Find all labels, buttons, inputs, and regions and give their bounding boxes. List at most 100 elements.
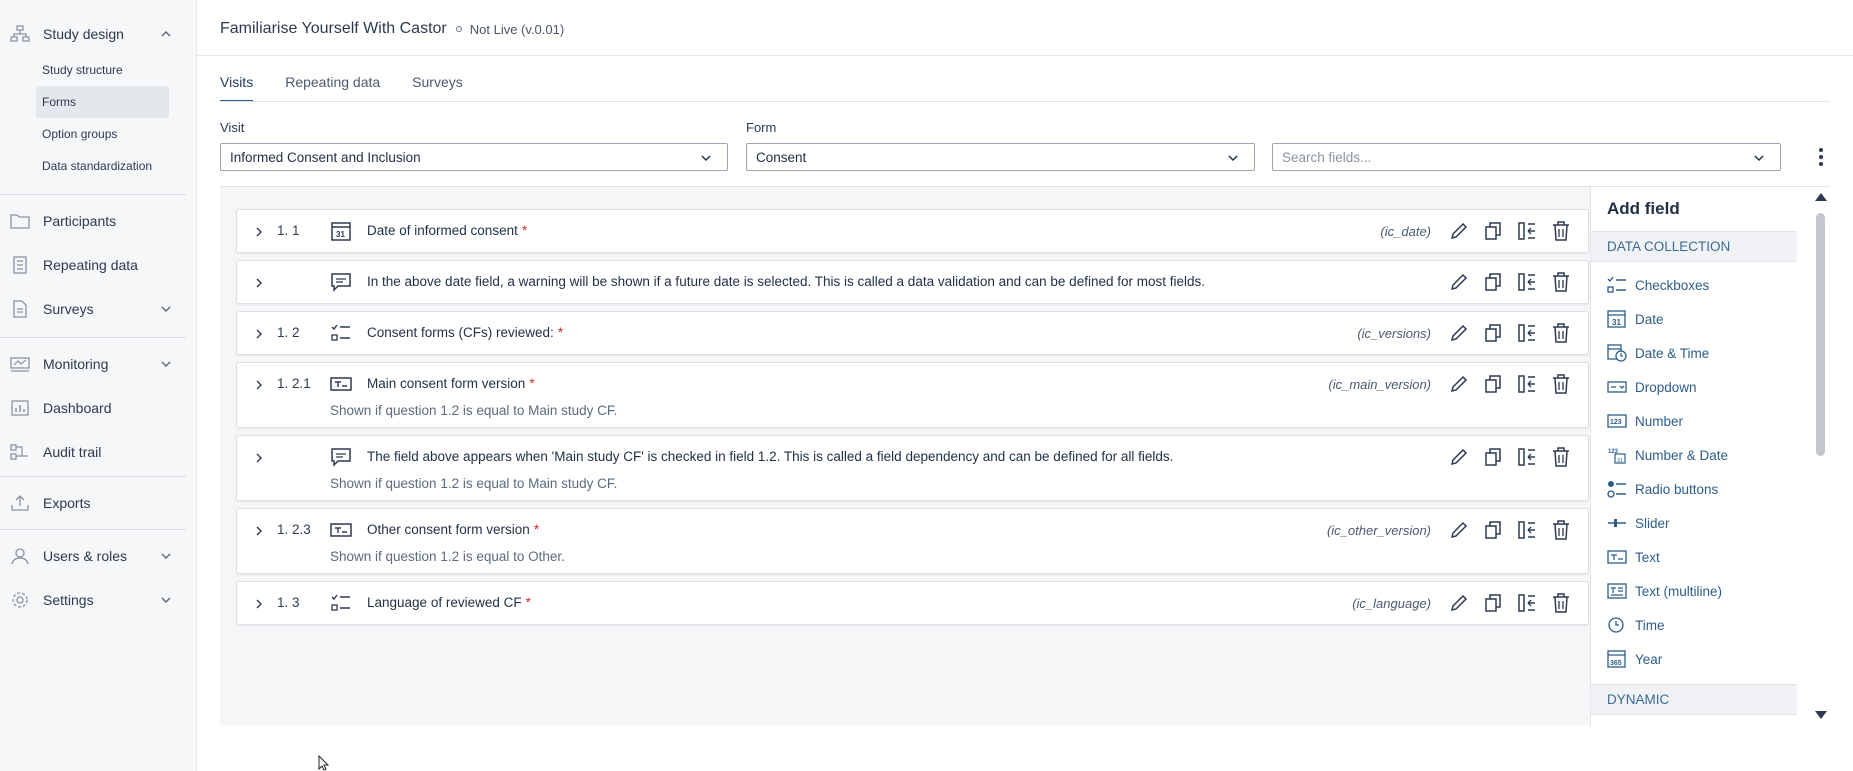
sidebar-item-users-roles[interactable]: Users & roles [0, 536, 186, 576]
sidebar-item-settings[interactable]: Settings [0, 580, 186, 620]
field-dependency-text: Shown if question 1.2 is equal to Main s… [330, 403, 618, 418]
add-field-number[interactable]: 123 Number [1607, 409, 1683, 433]
survey-document-icon [10, 300, 30, 318]
field-row[interactable]: 1. 1 31 Date of informed consent * (ic_da… [236, 209, 1589, 253]
sidebar-item-label: Repeating data [43, 257, 138, 273]
section-header-dynamic[interactable]: DYNAMIC [1591, 684, 1797, 715]
tab-repeating-data[interactable]: Repeating data [285, 74, 380, 102]
field-actions [1436, 446, 1572, 468]
edit-pencil-icon[interactable] [1448, 220, 1470, 242]
field-label-text: Consent forms (CFs) reviewed: [367, 325, 554, 340]
field-label-text: Other consent form version [367, 522, 530, 537]
sidebar-item-label: Study design [43, 26, 124, 42]
form-select[interactable]: Consent [746, 143, 1255, 171]
add-field-number-date[interactable]: 123 31 Number & Date [1607, 443, 1728, 467]
year-calendar-icon: 365 [1607, 650, 1627, 668]
add-field-checkboxes[interactable]: Checkboxes [1607, 273, 1709, 297]
field-row[interactable]: In the above date field, a warning will … [236, 260, 1589, 304]
search-fields-select[interactable]: Search fields... [1272, 143, 1781, 171]
delete-trash-icon[interactable] [1550, 446, 1572, 468]
edit-pencil-icon[interactable] [1448, 271, 1470, 293]
scroll-down-arrow-icon[interactable] [1815, 711, 1827, 719]
sidebar-subitem-forms[interactable]: Forms [36, 86, 169, 118]
edit-pencil-icon[interactable] [1448, 322, 1470, 344]
calendar-icon: 31 [1607, 310, 1627, 328]
chevron-right-icon[interactable] [254, 227, 264, 237]
scroll-up-arrow-icon[interactable] [1815, 193, 1827, 201]
add-field-panel: Add field DATA COLLECTION Checkboxes 31 … [1590, 187, 1831, 726]
duplicate-icon[interactable] [1482, 220, 1504, 242]
delete-trash-icon[interactable] [1550, 271, 1572, 293]
move-field-icon[interactable] [1516, 220, 1538, 242]
move-field-icon[interactable] [1516, 592, 1538, 614]
delete-trash-icon[interactable] [1550, 322, 1572, 344]
chevron-right-icon[interactable] [254, 526, 264, 536]
chevron-right-icon[interactable] [254, 278, 264, 288]
sidebar-item-study-design[interactable]: Study design [0, 14, 186, 54]
tab-surveys[interactable]: Surveys [412, 74, 463, 102]
field-label: Date of informed consent * [367, 223, 527, 238]
edit-pencil-icon[interactable] [1448, 519, 1470, 541]
field-dependency-text: Shown if question 1.2 is equal to Main s… [330, 476, 618, 491]
add-field-date[interactable]: 31 Date [1607, 307, 1664, 331]
remark-icon [330, 272, 352, 292]
add-field-label: Number [1635, 413, 1684, 429]
move-field-icon[interactable] [1516, 322, 1538, 344]
duplicate-icon[interactable] [1482, 592, 1504, 614]
scrollbar-thumb[interactable] [1816, 213, 1825, 456]
field-row[interactable]: 1. 3 Language of reviewed CF * (ic_langua… [236, 581, 1589, 625]
field-row[interactable]: 1. 2.3 Other consent form version * (ic_o… [236, 508, 1589, 574]
duplicate-icon[interactable] [1482, 271, 1504, 293]
sidebar-item-exports[interactable]: Exports [0, 483, 186, 523]
add-field-date-time[interactable]: Date & Time [1607, 341, 1709, 365]
sidebar-item-repeating-data[interactable]: Repeating data [0, 245, 186, 285]
move-field-icon[interactable] [1516, 446, 1538, 468]
sidebar-item-surveys[interactable]: Surveys [0, 289, 186, 329]
duplicate-icon[interactable] [1482, 322, 1504, 344]
add-field-time[interactable]: Time [1607, 613, 1665, 637]
section-header-data-collection[interactable]: DATA COLLECTION [1591, 231, 1797, 262]
add-field-dropdown[interactable]: Dropdown [1607, 375, 1697, 399]
visit-select[interactable]: Informed Consent and Inclusion [220, 143, 728, 171]
move-field-icon[interactable] [1516, 519, 1538, 541]
chevron-right-icon[interactable] [254, 329, 264, 339]
move-field-icon[interactable] [1516, 373, 1538, 395]
add-field-year[interactable]: 365 Year [1607, 647, 1662, 671]
edit-pencil-icon[interactable] [1448, 446, 1470, 468]
edit-pencil-icon[interactable] [1448, 373, 1470, 395]
field-label: In the above date field, a warning will … [367, 274, 1206, 289]
delete-trash-icon[interactable] [1550, 592, 1572, 614]
more-options-icon[interactable] [1816, 146, 1826, 168]
delete-trash-icon[interactable] [1550, 220, 1572, 242]
chevron-right-icon[interactable] [254, 453, 264, 463]
panel-scrollbar[interactable] [1809, 187, 1831, 726]
sidebar-subitem-option-groups[interactable]: Option groups [0, 118, 169, 150]
sidebar-item-monitoring[interactable]: Monitoring [0, 344, 186, 384]
add-field-radio-buttons[interactable]: Radio buttons [1607, 477, 1718, 501]
add-field-slider[interactable]: Slider [1607, 511, 1670, 535]
duplicate-icon[interactable] [1482, 446, 1504, 468]
sidebar-subitem-study-structure[interactable]: Study structure [0, 54, 169, 86]
add-field-text-multiline[interactable]: Text (multiline) [1607, 579, 1722, 603]
field-row[interactable]: 1. 2 Consent forms (CFs) reviewed: * (ic_… [236, 311, 1589, 355]
delete-trash-icon[interactable] [1550, 519, 1572, 541]
sidebar-subitem-data-standardization[interactable]: Data standardization [0, 150, 169, 182]
add-field-label: Number & Date [1635, 447, 1729, 463]
tab-visits[interactable]: Visits [220, 74, 254, 102]
edit-pencil-icon[interactable] [1448, 592, 1470, 614]
field-row[interactable]: The field above appears when 'Main study… [236, 435, 1589, 501]
chevron-right-icon[interactable] [254, 599, 264, 609]
duplicate-icon[interactable] [1482, 519, 1504, 541]
sidebar-item-audit-trail[interactable]: Audit trail [0, 432, 186, 472]
chevron-right-icon[interactable] [254, 380, 264, 390]
sidebar-item-dashboard[interactable]: Dashboard [0, 388, 186, 428]
delete-trash-icon[interactable] [1550, 373, 1572, 395]
duplicate-icon[interactable] [1482, 373, 1504, 395]
field-row[interactable]: 1. 2.1 Main consent form version * (ic_ma… [236, 362, 1589, 428]
remark-icon [330, 447, 352, 467]
checklist-icon [330, 593, 352, 613]
sidebar-item-participants[interactable]: Participants [0, 201, 186, 241]
move-field-icon[interactable] [1516, 271, 1538, 293]
field-number: 1. 2.1 [277, 376, 311, 391]
add-field-text[interactable]: Text [1607, 545, 1660, 569]
